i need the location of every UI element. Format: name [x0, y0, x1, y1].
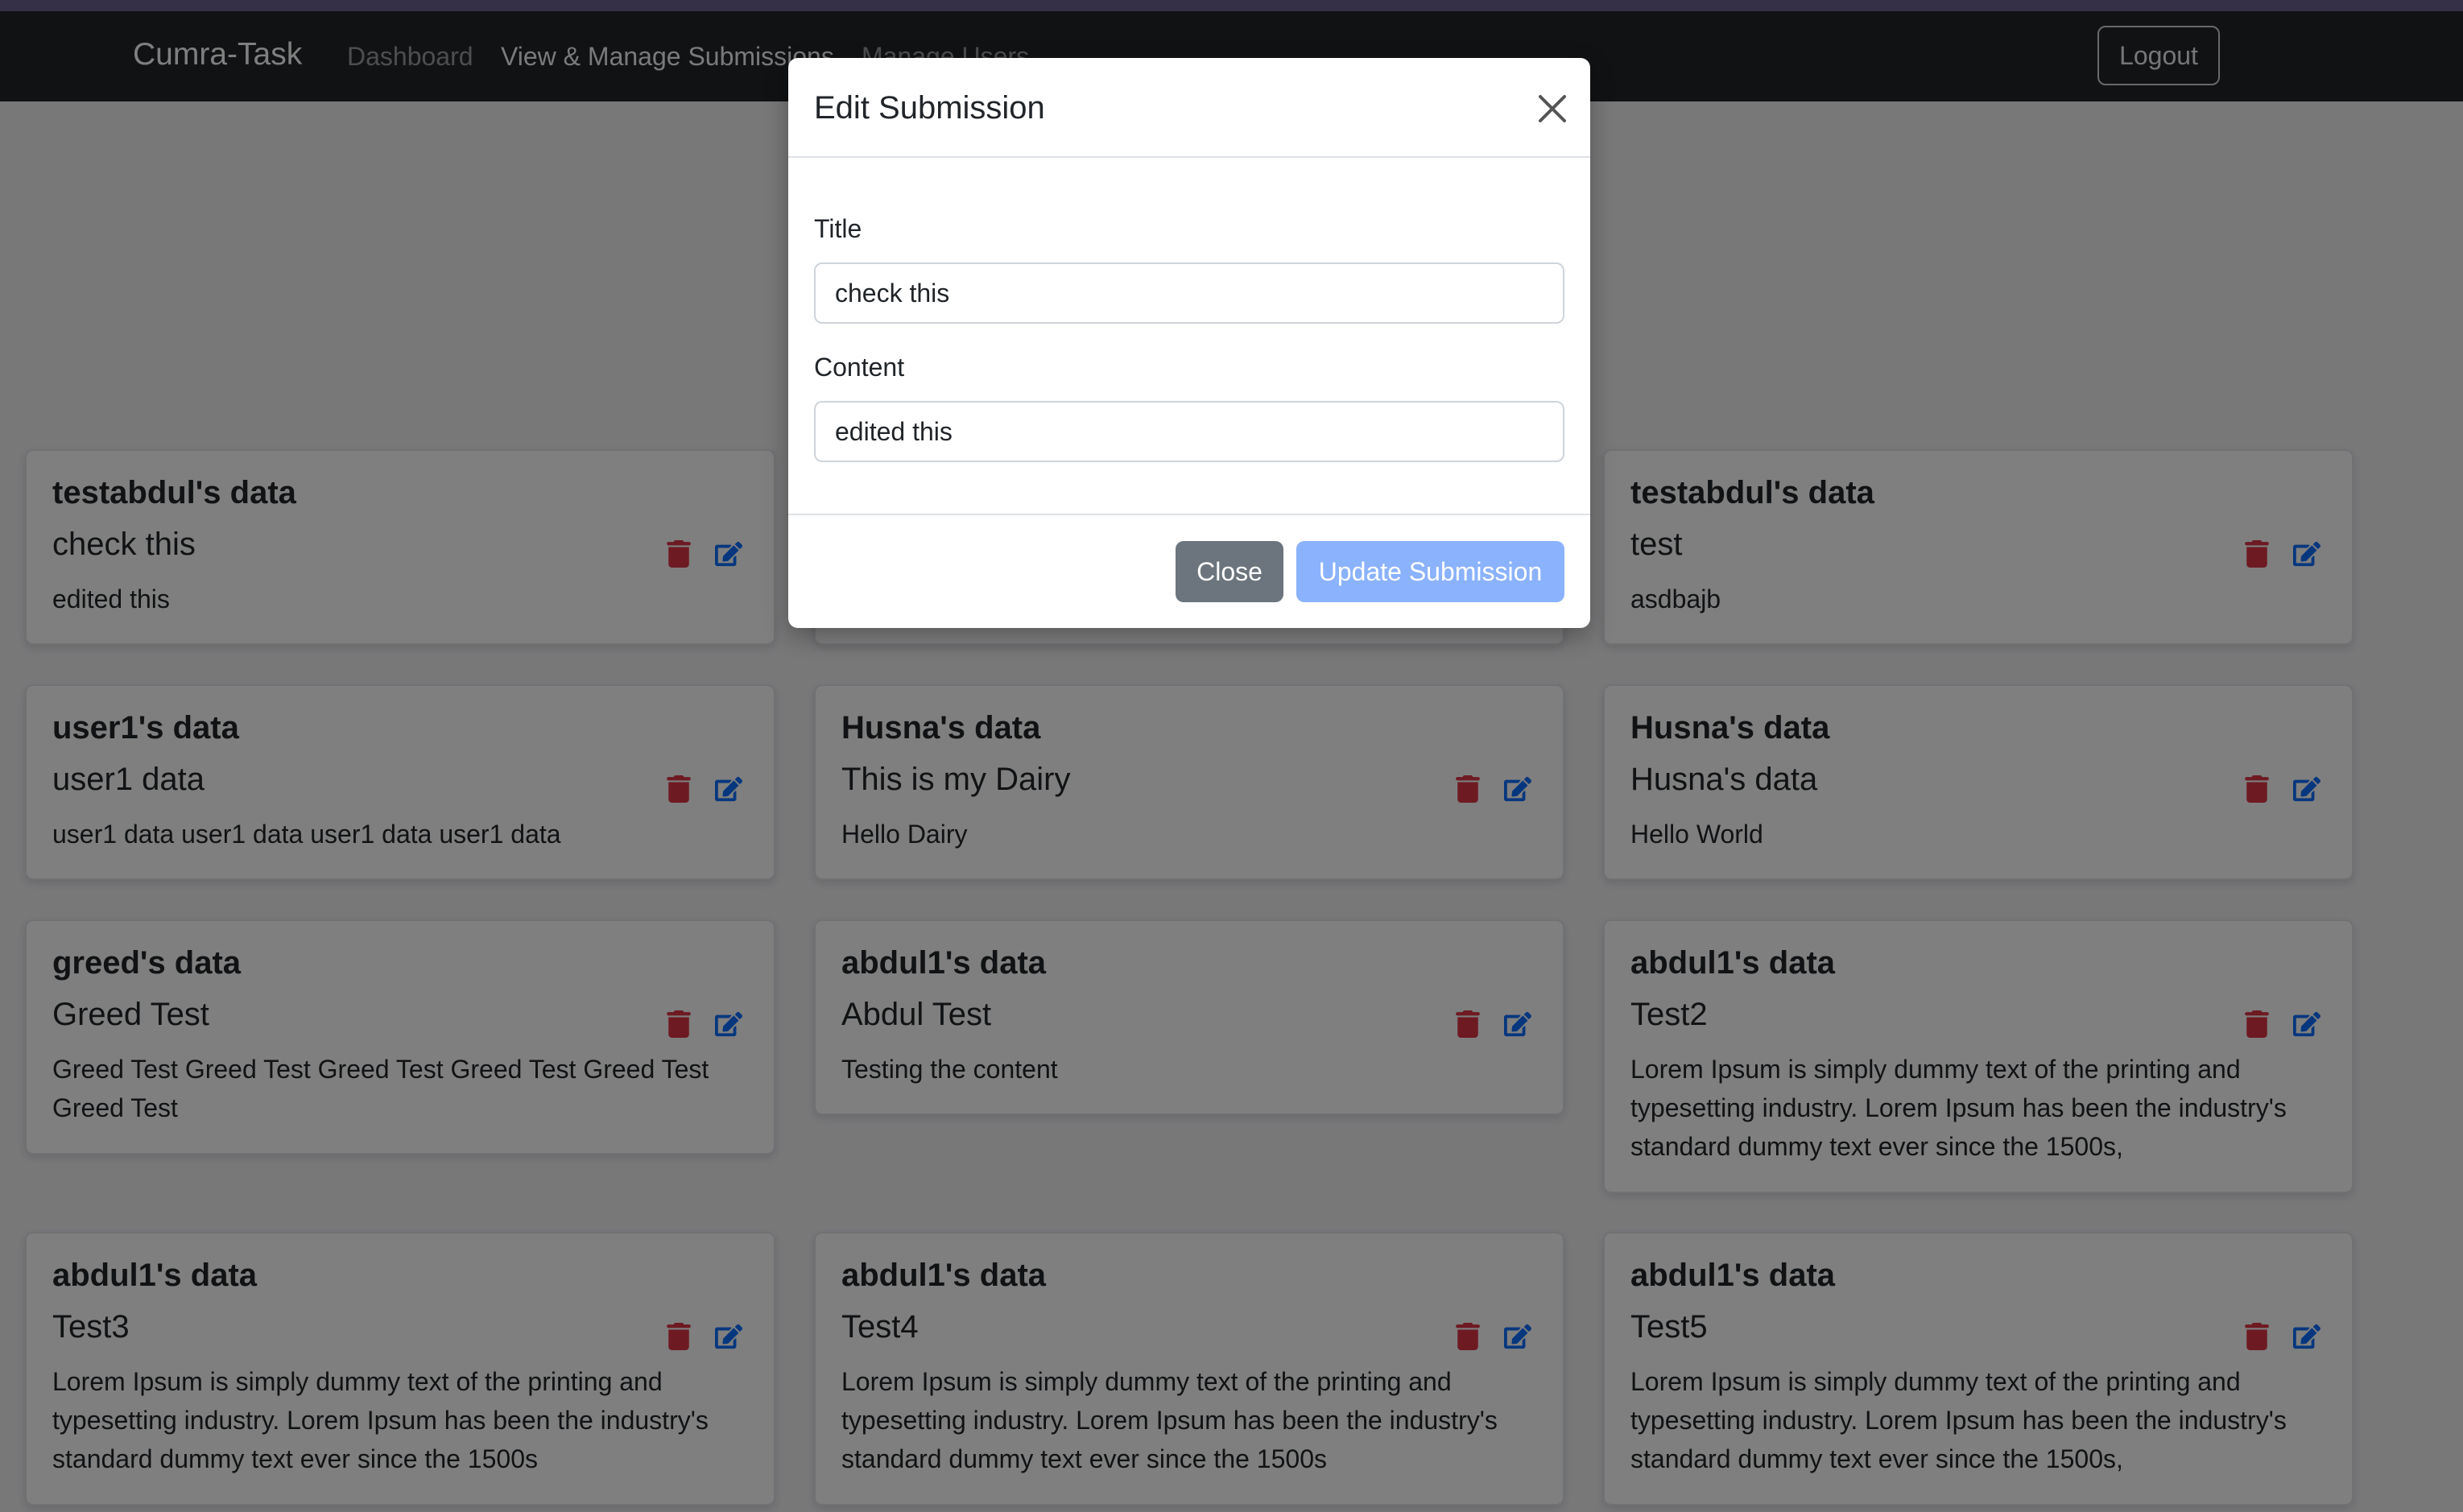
- title-field-label: Title: [814, 214, 862, 243]
- content-input[interactable]: [814, 401, 1564, 462]
- modal-title: Edit Submission: [814, 90, 1045, 126]
- modal-header: Edit Submission: [788, 58, 1590, 158]
- title-input[interactable]: [814, 262, 1564, 324]
- content-field-label: Content: [814, 353, 905, 382]
- close-button[interactable]: Close: [1176, 541, 1283, 602]
- update-submission-button[interactable]: Update Submission: [1296, 541, 1564, 602]
- edit-submission-modal: Edit Submission Title Content Close Upda…: [788, 58, 1590, 628]
- modal-footer: [788, 514, 1590, 515]
- close-icon[interactable]: [1534, 90, 1571, 127]
